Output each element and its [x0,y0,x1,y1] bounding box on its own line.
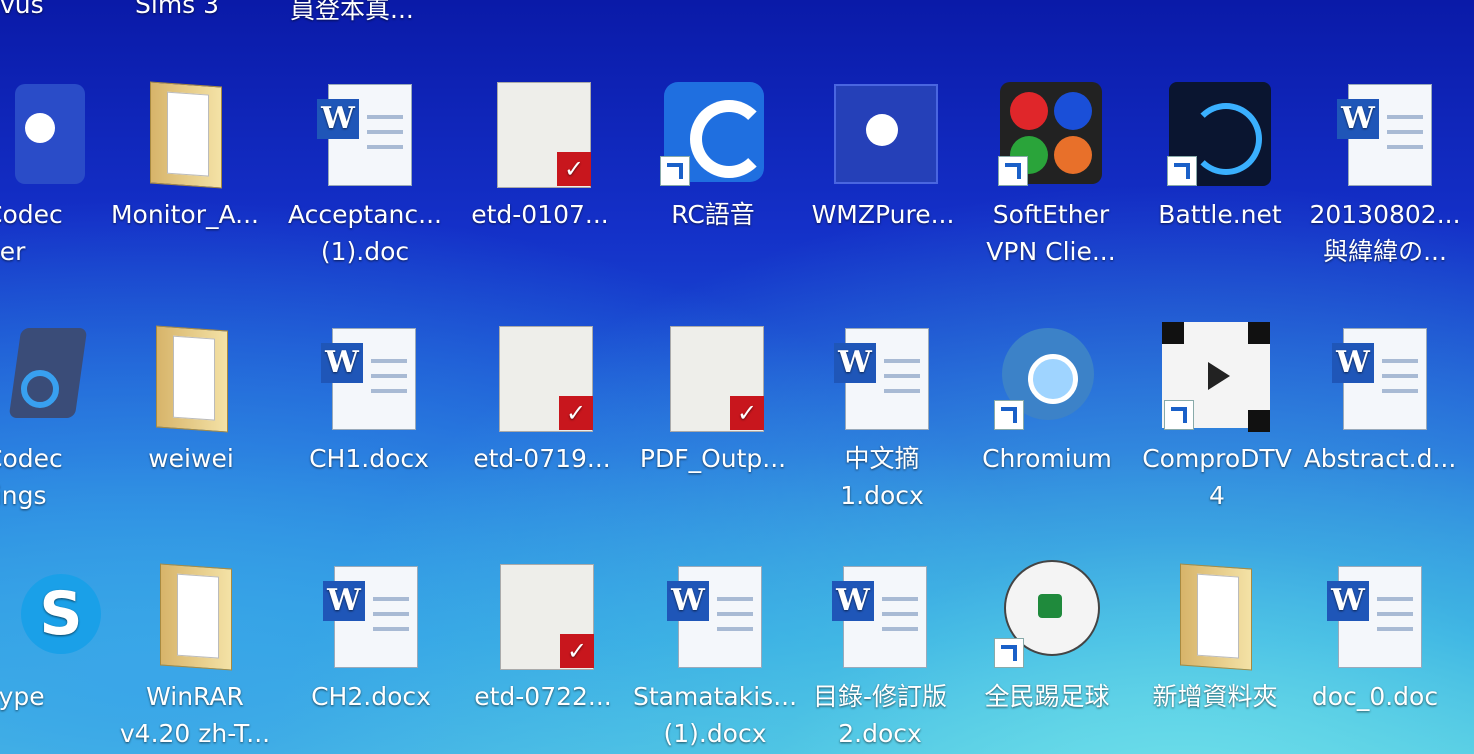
chromium-icon [992,322,1102,432]
video-player-icon [828,78,938,188]
desktop-icon-monitor[interactable]: Monitor_A... [100,78,270,233]
icon-label: 中文摘 [844,444,920,473]
pdf-document-icon: ✓ [485,78,595,188]
desktop-icon-20130802[interactable]: W 20130802... 與緯緯の... [1300,78,1470,270]
icon-label: Codec [0,444,63,473]
desktop-icon-new-folder[interactable]: 新增資料夾 [1130,560,1300,715]
desktop-icon-etd-0722[interactable]: ✓ etd-0722... [458,560,628,715]
soccer-ball-icon [992,560,1102,670]
partial-label-sims: Sims 3 [135,0,220,19]
desktop-icon-rc-voice[interactable]: RC語音 [628,78,798,233]
icon-label: doc_0.doc [1311,682,1439,711]
word-document-icon: W [827,322,937,432]
icon-label: PDF_Outp... [639,444,787,473]
desktop-icon-toc-revised[interactable]: W 目錄-修訂版 2.docx [795,560,965,752]
desktop-icon-ch2[interactable]: W CH2.docx [286,560,456,715]
pdf-document-icon: ✓ [487,322,597,432]
icon-label: etd-0107... [471,200,609,229]
icon-label: Codec [0,200,63,229]
word-document-icon: W [1325,322,1435,432]
icon-label: ComproDTV [1142,444,1292,473]
word-document-icon: W [660,560,770,670]
icon-label-2: 2.docx [838,719,922,748]
folder-icon [130,78,240,189]
desktop-icon-acceptance-doc[interactable]: W Acceptanc... (1).doc [280,78,450,270]
desktop-icon-chinese-abstract[interactable]: W 中文摘 1.docx [797,322,967,514]
icon-label-2: 與緯緯の... [1323,237,1447,266]
desktop-icon-weiwei[interactable]: weiwei [106,322,276,477]
partial-label-top-left: vus [0,0,44,19]
icon-label: 新增資料夾 [1152,682,1278,711]
icon-label-2: 1.docx [840,481,924,510]
rc-voice-icon [658,78,768,188]
icon-label: WMZPure... [811,200,955,229]
desktop-icon-battlenet[interactable]: Battle.net [1135,78,1305,233]
desktop-icon-codec-settings[interactable]: Codec tings [0,322,115,514]
icon-label: CH1.docx [309,444,429,473]
battlenet-icon [1165,78,1275,188]
desktop-icon-winrar[interactable]: WinRAR v4.20 zh-T... [110,560,280,752]
icon-label: Monitor_A... [110,200,260,229]
word-document-icon: W [1320,560,1430,670]
icon-label-2: VPN Clie... [986,237,1116,266]
word-document-icon: W [314,322,424,432]
desktop-icon-etd-0107[interactable]: ✓ etd-0107... [455,78,625,233]
settings-tool-icon [0,322,88,432]
winrar-icon [140,560,250,671]
icon-label: Acceptanc... [288,200,442,229]
desktop-icon-soccer-game[interactable]: 全民踢足球 [962,560,1132,715]
icon-label: RC語音 [671,200,755,229]
icon-label-2: tings [0,481,47,510]
folder-icon [1160,560,1270,671]
icon-label: Battle.net [1158,200,1282,229]
desktop-icon-doc0[interactable]: W doc_0.doc [1290,560,1460,715]
desktop-icon-pdf-output[interactable]: ✓ PDF_Outp... [628,322,798,477]
desktop-icon-softether[interactable]: SoftEther VPN Clie... [966,78,1136,270]
desktop-icon-wmzpure[interactable]: WMZPure... [798,78,968,233]
icon-label-2: yer [0,237,26,266]
word-document-icon: W [310,78,420,188]
folder-icon [136,322,246,433]
desktop-icon-stamatakis[interactable]: W Stamatakis... (1).docx [630,560,800,752]
icon-label: SoftEther [992,200,1110,229]
word-document-icon: W [1330,78,1440,188]
pdf-document-icon: ✓ [488,560,598,670]
icon-label: etd-0719... [473,444,611,473]
media-player-icon [0,78,85,188]
desktop-icon-chromium[interactable]: Chromium [962,322,1132,477]
word-document-icon: W [825,560,935,670]
desktop-icon-ch1[interactable]: W CH1.docx [284,322,454,477]
desktop-icon-etd-0719[interactable]: ✓ etd-0719... [457,322,627,477]
icon-label: etd-0722... [474,682,612,711]
icon-label-2: v4.20 zh-T... [119,719,271,748]
icon-label-2: (1).doc [320,237,410,266]
icon-label: Chromium [982,444,1112,473]
desktop-icon-skype[interactable]: S kype [0,560,115,715]
icon-label-2: (1).docx [663,719,767,748]
icon-label-2: 4 [1209,481,1225,510]
icon-label: 20130802... [1309,200,1461,229]
desktop-icon-codec-player[interactable]: Codec yer [0,78,115,270]
icon-label: Abstract.d... [1303,444,1457,473]
vpn-client-icon [996,78,1106,188]
desktop-icon-abstract[interactable]: W Abstract.d... [1295,322,1465,477]
word-document-icon: W [316,560,426,670]
tv-player-icon [1162,322,1272,432]
icon-label: 全民踢足球 [984,682,1110,711]
icon-label: kype [0,682,45,711]
desktop-icon-comprodtv[interactable]: ComproDTV 4 [1132,322,1302,514]
icon-label: WinRAR [146,682,244,711]
icon-label: 目錄-修訂版 [812,682,948,711]
icon-label: CH2.docx [311,682,431,711]
icon-label: Stamatakis... [632,682,798,711]
partial-label-top-cjk: 員登本真... [290,0,414,24]
skype-icon: S [0,560,101,670]
icon-label: weiwei [148,444,234,473]
pdf-document-icon: ✓ [658,322,768,432]
